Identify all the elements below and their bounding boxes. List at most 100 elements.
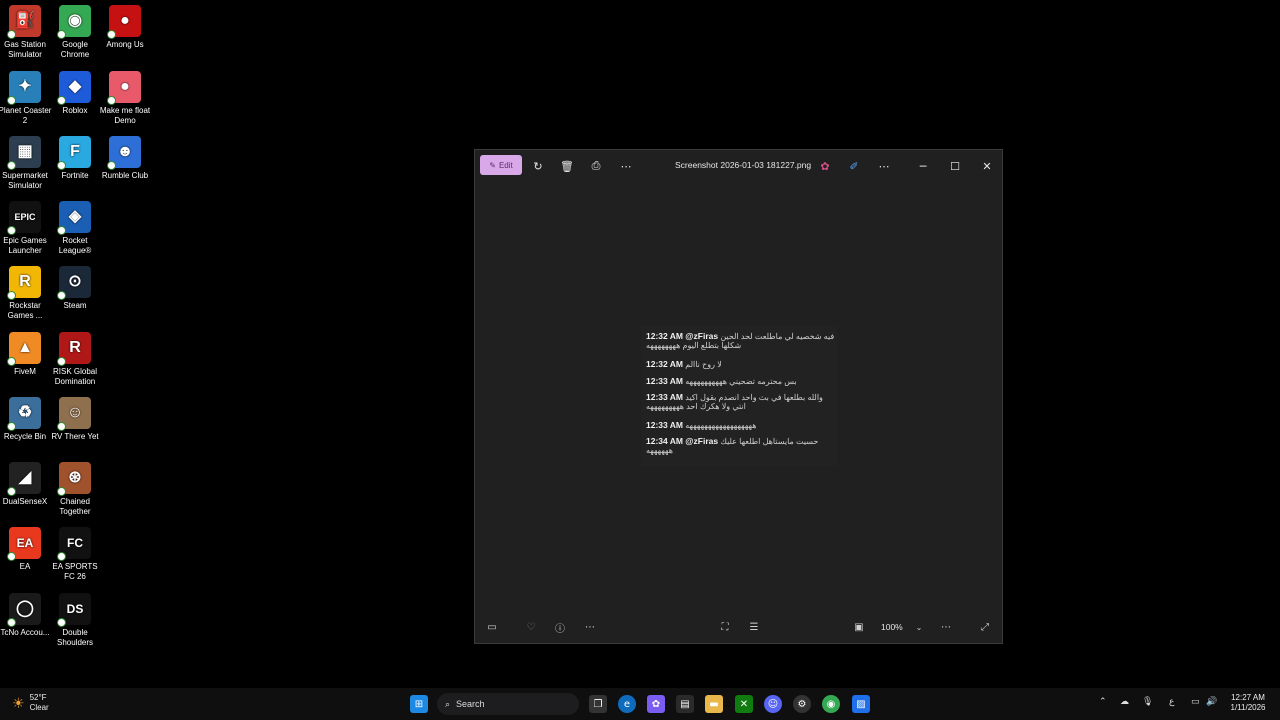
language-indicator[interactable]: ع — [1169, 697, 1174, 707]
edge-icon[interactable]: e — [618, 695, 636, 713]
rotate-icon[interactable]: ↻ — [531, 157, 545, 175]
task-view-icon[interactable]: ❐ — [589, 695, 607, 713]
favorite-icon[interactable]: ♡ — [524, 620, 538, 634]
supermarket-simulator-icon: ▦ — [7, 136, 41, 170]
rumble-club-icon: ☻ — [107, 136, 141, 170]
xbox-icon[interactable]: ✕ — [735, 695, 753, 713]
chat-timestamp: 12:33 AM — [646, 420, 684, 430]
more-options-icon[interactable]: ⋯ — [619, 157, 633, 175]
desktop-shortcut-label: Fortnite — [61, 171, 89, 180]
desktop-shortcut[interactable]: ⊛ Chained Together — [47, 462, 103, 517]
info-icon[interactable]: ⓘ — [553, 620, 567, 635]
ea-sports-fc-icon: FC — [57, 527, 91, 561]
clock-time: 12:27 AM — [1231, 693, 1265, 702]
microphone-icon[interactable]: 🎙 — [1142, 697, 1153, 707]
desktop-shortcut[interactable]: ◆ Roblox — [47, 71, 103, 116]
settings-icon[interactable]: ⚙ — [793, 695, 811, 713]
tray-expand-icon[interactable]: ⌃ — [1099, 697, 1107, 707]
adjust-icon[interactable]: ☰ — [747, 620, 761, 634]
desktop-shortcut[interactable]: R RISK Global Domination — [47, 332, 103, 387]
photos-taskbar-icon[interactable]: ▨ — [852, 695, 870, 713]
close-button[interactable]: ✕ — [980, 157, 994, 175]
rocket-league-icon: ◈ — [57, 201, 91, 235]
copilot-icon[interactable]: ✿ — [818, 157, 832, 175]
desktop-shortcut[interactable]: EA EA — [0, 527, 53, 572]
store-icon[interactable]: ▤ — [676, 695, 694, 713]
weather-icon: ☀ — [12, 695, 25, 711]
desktop-shortcut-label: FiveM — [14, 367, 36, 376]
clock-date: 1/11/2026 — [1230, 703, 1266, 712]
tcno-account-switcher-icon: ◯ — [7, 593, 41, 627]
taskbar-clock[interactable]: 12:27 AM 1/11/2026 — [1222, 693, 1274, 713]
among-us-icon: ● — [107, 5, 141, 39]
desktop-shortcut[interactable]: EPIC Epic Games Launcher — [0, 201, 53, 256]
gas-station-simulator-icon: ⛽ — [7, 5, 41, 39]
chrome-taskbar-icon[interactable]: ◉ — [822, 695, 840, 713]
toolbar-more-icon[interactable]: ⋯ — [877, 157, 891, 175]
desktop-shortcut[interactable]: ◈ Rocket League® — [47, 201, 103, 256]
desktop-shortcut[interactable]: ♻ Recycle Bin — [0, 397, 53, 442]
edit-button[interactable]: ✎ Edit — [480, 155, 522, 175]
desktop-shortcut-label: Roblox — [62, 106, 88, 115]
search-icon: ⌕ — [445, 698, 451, 709]
minimize-button[interactable]: ─ — [916, 157, 930, 175]
file-explorer-icon[interactable]: ▬ — [705, 695, 723, 713]
weather-widget[interactable]: ☀ 52°F Clear — [12, 693, 49, 713]
desktop-shortcut[interactable]: ● Among Us — [97, 5, 153, 50]
filmstrip-icon[interactable]: ▭ — [485, 620, 499, 634]
display-icon[interactable]: ▭ — [1191, 697, 1200, 707]
desktop-shortcut-label: Google Chrome — [60, 40, 90, 59]
desktop-shortcut-label: Among Us — [106, 40, 144, 49]
chat-text: بس محترمه تضحيني ههههههههههه — [685, 377, 797, 386]
desktop-shortcut[interactable]: ◢ DualSenseX — [0, 462, 53, 507]
chat-message: 12:33 AM ههههههههههههههههههه — [646, 420, 836, 431]
desktop-shortcut-label: Rumble Club — [101, 171, 149, 180]
desktop-shortcut-label: Rockstar Games ... — [7, 301, 43, 320]
desktop-shortcut[interactable]: R Rockstar Games ... — [0, 266, 53, 321]
desktop-shortcut-label: Epic Games Launcher — [3, 236, 47, 255]
volume-icon[interactable]: 🔊 — [1206, 697, 1217, 707]
fullscreen-icon[interactable]: ⤢ — [978, 620, 992, 634]
desktop-shortcut-label: Chained Together — [59, 497, 91, 516]
desktop-shortcut[interactable]: ▦ Supermarket Simulator — [0, 136, 53, 191]
desktop-shortcut[interactable]: ◯ TcNo Accou... — [0, 593, 53, 638]
desktop-shortcut-label: Recycle Bin — [3, 432, 47, 441]
desktop-shortcut-label: Gas Station Simulator — [4, 40, 46, 59]
planet-coaster-icon: ✦ — [7, 71, 41, 105]
desktop-shortcut[interactable]: ⊙ Steam — [47, 266, 103, 311]
desktop-shortcut[interactable]: ☻ Rumble Club — [97, 136, 153, 181]
chat-mention: @zFiras — [685, 436, 719, 446]
chat-message: 12:33 AM والله بطلعها في بث واحد انصدم ب… — [646, 393, 836, 412]
bottom-more-icon[interactable]: ⋯ — [583, 620, 597, 634]
risk-global-domination-icon: R — [57, 332, 91, 366]
print-icon[interactable]: ⎙ — [589, 157, 603, 175]
chat-text: ههههههههههههههههههه — [685, 421, 757, 430]
desktop-shortcut[interactable]: ✦ Planet Coaster 2 — [0, 71, 53, 126]
maximize-button[interactable]: ☐ — [948, 157, 962, 175]
desktop-shortcut[interactable]: ⛽ Gas Station Simulator — [0, 5, 53, 60]
crop-icon[interactable]: ⛶ — [718, 620, 732, 634]
zoom-level[interactable]: 100% — [881, 622, 903, 632]
rv-there-yet-icon: ☺ — [57, 397, 91, 431]
onedrive-icon[interactable]: ☁ — [1120, 697, 1129, 707]
edit-with-app-icon[interactable]: ✐ — [847, 157, 861, 175]
search-box[interactable]: ⌕ Search — [437, 693, 579, 715]
discord-icon[interactable]: ☺ — [764, 695, 782, 713]
copilot-taskbar-icon[interactable]: ✿ — [647, 695, 665, 713]
fit-to-window-icon[interactable]: ▣ — [852, 620, 866, 634]
desktop-shortcut[interactable]: ◉ Google Chrome — [47, 5, 103, 60]
view-more-icon[interactable]: ⋯ — [939, 620, 953, 634]
start-button-icon[interactable]: ⊞ — [410, 695, 428, 713]
desktop-shortcut[interactable]: ● Make me float Demo — [97, 71, 153, 126]
desktop-shortcut[interactable]: ▲ FiveM — [0, 332, 53, 377]
zoom-dropdown-icon[interactable]: ⌄ — [912, 620, 926, 634]
rockstar-games-icon: R — [7, 266, 41, 300]
desktop-shortcut-label: Planet Coaster 2 — [0, 106, 52, 125]
desktop-shortcut[interactable]: DS Double Shoulders — [47, 593, 103, 648]
desktop-shortcut[interactable]: F Fortnite — [47, 136, 103, 181]
delete-icon[interactable]: 🗑 — [560, 157, 574, 175]
desktop-shortcut[interactable]: ☺ RV There Yet — [47, 397, 103, 442]
desktop-shortcut[interactable]: FC EA SPORTS FC 26 — [47, 527, 103, 582]
make-me-float-icon: ● — [107, 71, 141, 105]
desktop-shortcut-label: Double Shoulders — [56, 628, 94, 647]
